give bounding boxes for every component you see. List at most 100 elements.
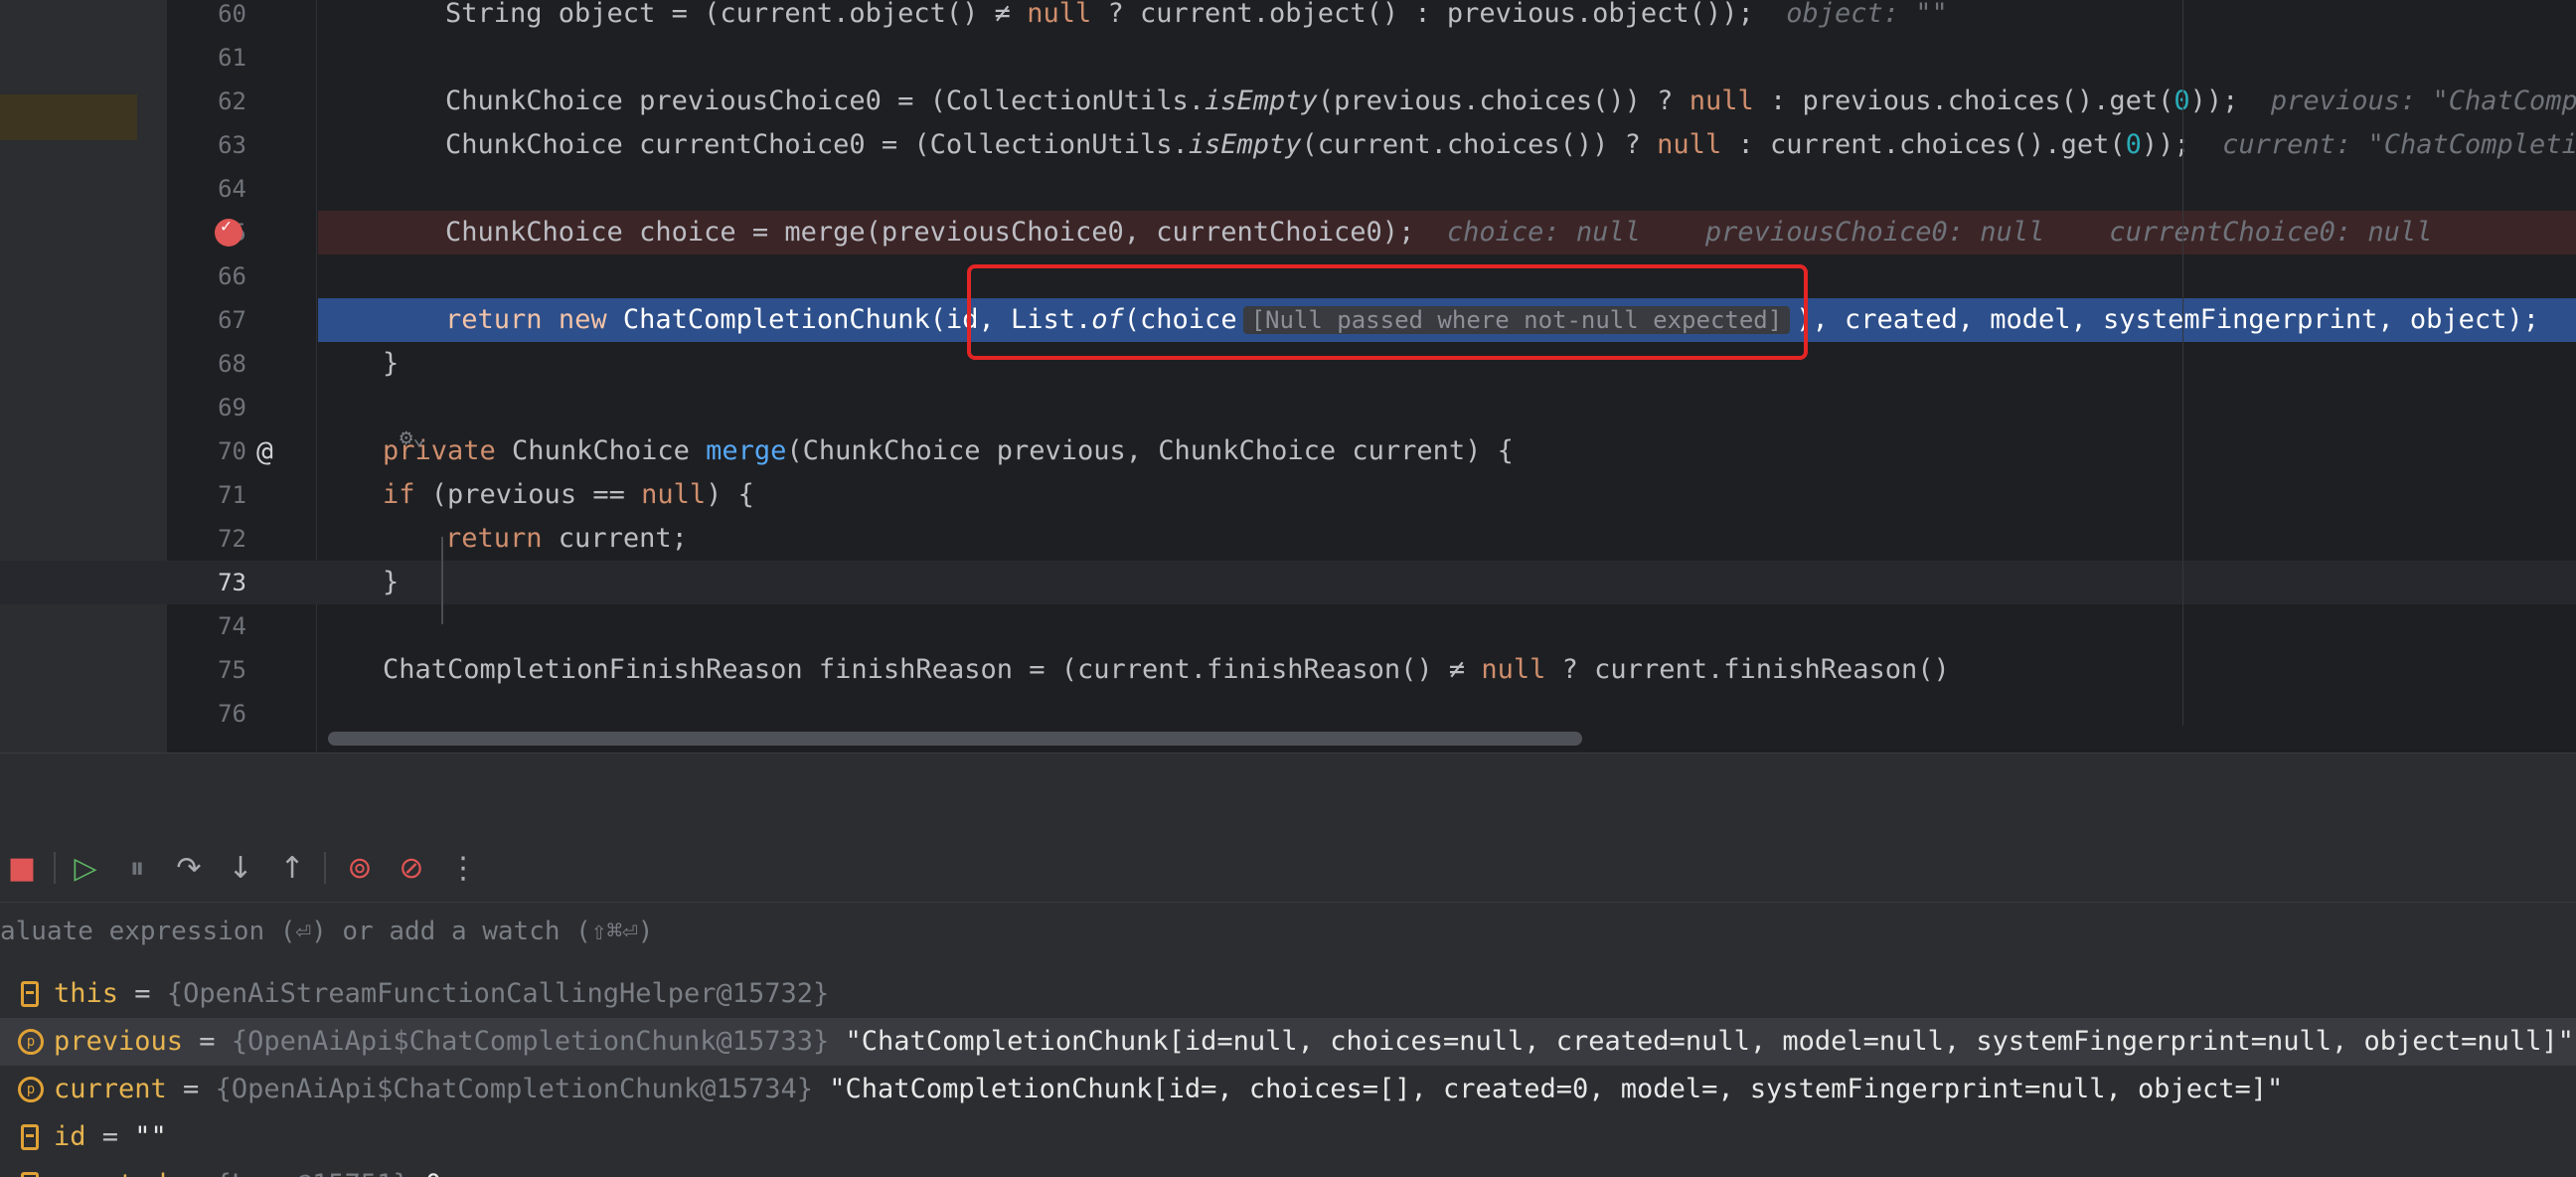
code-line[interactable]: 62 ChunkChoice previousChoice0 = (Collect…: [0, 80, 2576, 123]
line-number[interactable]: 76: [167, 692, 246, 736]
code-token: merge: [706, 435, 787, 466]
code-text[interactable]: private ChunkChoice merge(ChunkChoice pr…: [383, 429, 1514, 473]
view-breakpoints-icon[interactable]: ⊚: [338, 846, 382, 890]
inline-debug-value: choice: null previousChoice0: null curre…: [1414, 217, 2433, 248]
field-icon: [21, 1172, 39, 1177]
line-number[interactable]: 74: [167, 604, 246, 648]
code-token: (previous.choices()) ?: [1317, 85, 1690, 116]
code-line[interactable]: 61: [0, 36, 2576, 80]
code-line[interactable]: 65ChunkChoice choice = merge(previousCho…: [215, 211, 2576, 254]
scrollbar-thumb[interactable]: [328, 732, 1582, 746]
step-over-icon[interactable]: ↷: [167, 846, 211, 890]
variable-value: 0: [409, 1169, 441, 1177]
line-number[interactable]: 64: [167, 167, 246, 211]
variable-type: {OpenAiStreamFunctionCallingHelper@15732…: [166, 978, 830, 1009]
code-token: ) {: [706, 479, 754, 510]
panel-splitter[interactable]: [0, 753, 2576, 836]
variable-row[interactable]: this = {OpenAiStreamFunctionCallingHelpe…: [0, 970, 2576, 1018]
horizontal-scrollbar[interactable]: [318, 726, 2576, 753]
variable-value: "ChatCompletionChunk[id=null, choices=nu…: [829, 1026, 2574, 1057]
variable-eq: =: [118, 978, 167, 1009]
code-line[interactable]: 75 ChatCompletionFinishReason finishReaso…: [0, 648, 2576, 692]
line-number[interactable]: 60: [167, 0, 246, 36]
step-into-icon[interactable]: ↓: [219, 846, 262, 890]
inline-debug-value: created: 0: [2539, 304, 2576, 335]
variable-eq: =: [183, 1026, 232, 1057]
line-number[interactable]: 66: [167, 254, 246, 298]
code-editor[interactable]: 60 String object = (current.object() ≠ nu…: [0, 0, 2576, 753]
code-text[interactable]: ChunkChoice choice = merge(previousChoic…: [445, 211, 2432, 254]
variable-row[interactable]: p current = {OpenAiApi$ChatCompletionChun…: [0, 1066, 2576, 1113]
code-text[interactable]: ChunkChoice currentChoice0 = (Collection…: [445, 123, 2576, 167]
resume-icon[interactable]: ▷: [64, 846, 107, 890]
override-marker-icon[interactable]: @: [256, 433, 273, 469]
code-line[interactable]: 74: [0, 604, 2576, 648]
line-number[interactable]: 67: [167, 298, 246, 342]
code-token: if: [383, 479, 415, 510]
code-text[interactable]: String object = (current.object() ≠ null…: [445, 0, 1948, 36]
code-line[interactable]: 60 String object = (current.object() ≠ nu…: [0, 0, 2576, 36]
variables-panel: this = {OpenAiStreamFunctionCallingHelpe…: [0, 962, 2576, 1177]
variable-name: id: [54, 1121, 86, 1152]
variable-value: "": [134, 1121, 167, 1152]
stop-icon[interactable]: ■: [0, 846, 44, 890]
code-text[interactable]: }: [383, 342, 399, 386]
code-token: ChunkChoice previousChoice0 = (Collectio…: [445, 85, 1206, 116]
code-token: 0: [2125, 129, 2142, 160]
code-line[interactable]: 70 private ChunkChoice merge(ChunkChoice …: [0, 429, 2576, 473]
step-out-icon[interactable]: ↑: [270, 846, 314, 890]
code-token: null: [1657, 129, 1722, 160]
code-text[interactable]: return current;: [445, 517, 688, 561]
code-token: }: [383, 348, 400, 379]
code-text[interactable]: ChatCompletionFinishReason finishReason …: [383, 648, 1950, 692]
field-icon: [21, 1124, 39, 1150]
code-text[interactable]: if (previous == null) {: [383, 473, 754, 517]
code-line[interactable]: 71 if (previous == null) {: [0, 473, 2576, 517]
code-vision-icon[interactable]: ⚙︎⌄: [400, 425, 426, 450]
code-line[interactable]: 69: [0, 386, 2576, 429]
debug-toolbar: ■ ▷ ⏸ ↷ ↓ ↑ ⊚ ⊘ ⋮: [0, 834, 2576, 902]
code-line[interactable]: 64: [0, 167, 2576, 211]
code-token: (ChunkChoice previous, ChunkChoice curre…: [786, 435, 1514, 466]
inline-debug-value: object: "": [1753, 0, 1948, 29]
more-icon[interactable]: ⋮: [441, 846, 485, 890]
variable-name: created: [54, 1169, 167, 1177]
variable-row[interactable]: p previous = {OpenAiApi$ChatCompletionChu…: [0, 1018, 2576, 1066]
code-text[interactable]: }: [383, 561, 399, 604]
variable-type: {OpenAiApi$ChatCompletionChunk@15733}: [231, 1026, 830, 1057]
field-icon: [21, 981, 39, 1007]
code-line[interactable]: 73}: [0, 561, 2576, 604]
line-number[interactable]: 71: [167, 473, 246, 517]
code-token: ChunkChoice: [495, 435, 707, 466]
code-token: String object = (current.object() ≠: [445, 0, 1028, 29]
variable-type: {Long@15751}: [216, 1169, 409, 1177]
mute-breakpoints-icon[interactable]: ⊘: [390, 846, 433, 890]
code-token: null: [641, 479, 707, 510]
variable-eq: =: [167, 1169, 216, 1177]
code-line[interactable]: 63 ChunkChoice currentChoice0 = (Collecti…: [0, 123, 2576, 167]
line-number[interactable]: 72: [167, 517, 246, 561]
line-number[interactable]: 75: [167, 648, 246, 692]
code-text[interactable]: ChunkChoice previousChoice0 = (Collectio…: [445, 80, 2576, 123]
parameter-icon: p: [18, 1029, 44, 1055]
code-token: ChatCompletionFinishReason finishReason …: [383, 654, 1482, 685]
code-token: return: [445, 304, 543, 335]
breakpoint-icon[interactable]: [215, 216, 242, 247]
pause-icon[interactable]: ⏸: [115, 846, 159, 890]
line-number[interactable]: 61: [167, 36, 246, 80]
line-number[interactable]: 70: [167, 429, 246, 473]
line-number[interactable]: 63: [167, 123, 246, 167]
variable-row[interactable]: id = "": [0, 1113, 2576, 1161]
evaluate-expression-input[interactable]: [0, 903, 2485, 960]
annotation-highlight-box: [967, 264, 1808, 360]
line-number[interactable]: 62: [167, 80, 246, 123]
line-number[interactable]: 68: [167, 342, 246, 386]
inline-debug-value: previous: "ChatCompletionChunk[id=null, …: [2270, 85, 2576, 116]
variable-row[interactable]: created = {Long@15751} 0: [0, 1161, 2576, 1177]
code-line[interactable]: 72 return current;: [0, 517, 2576, 561]
toolbar-separator: [54, 852, 56, 884]
code-token: null: [1481, 654, 1546, 685]
line-number[interactable]: 73: [167, 561, 246, 604]
line-number[interactable]: 69: [167, 386, 246, 429]
code-token: ), created, model, systemFingerprint, ob…: [1796, 304, 2539, 335]
